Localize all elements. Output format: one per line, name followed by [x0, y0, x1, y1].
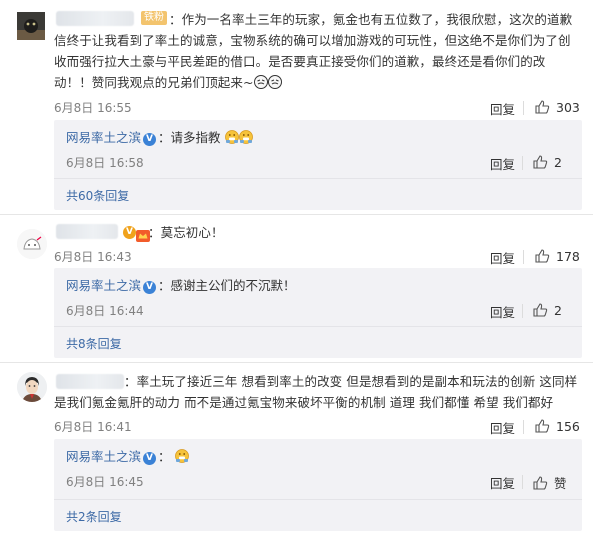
avatar[interactable]: [17, 12, 45, 40]
grin-emoji-icon: [174, 449, 189, 463]
reply-button[interactable]: 回复: [490, 418, 515, 437]
more-replies-link[interactable]: 共8条回复: [66, 335, 122, 352]
like-count: 178: [556, 248, 580, 264]
like-count: 2: [554, 154, 562, 170]
more-replies-link[interactable]: 共60条回复: [66, 187, 129, 204]
like-button[interactable]: 303: [534, 99, 580, 115]
comment-divider: [0, 214, 593, 215]
comment-time: 6月8日 16:55: [54, 101, 132, 115]
reply-thread: 网易率土之滨 V ：感谢主公们的不沉默！ 6月8日 16:44 回复 2 共8条回复: [54, 268, 582, 358]
crying-emoji-icon: [267, 75, 282, 89]
reply-text: ：请多指教: [158, 130, 221, 145]
comment-body: ：莫忘初心！: [148, 225, 224, 240]
thumb-up-icon: [532, 302, 548, 318]
comment-body: ：率土玩了接近三年 想看到率土的改变 但是想看到的是副本和玩法的创新 这同样是我…: [54, 374, 578, 410]
reply-item: 网易率土之滨 V ：感谢主公们的不沉默！: [66, 276, 296, 296]
reply-button[interactable]: 回复: [490, 302, 515, 321]
thumb-up-icon: [534, 248, 550, 264]
reply-button[interactable]: 回复: [490, 99, 515, 118]
action-divider: [523, 420, 524, 434]
reply-time: 6月8日 16:44: [66, 304, 144, 318]
reply-thread: 网易率土之滨 V ：请多指教 6月8日 16:58 回复 2 共60条回复: [54, 120, 582, 210]
comment-time: 6月8日 16:41: [54, 420, 132, 434]
reply-time: 6月8日 16:58: [66, 156, 144, 170]
like-button[interactable]: 2: [532, 302, 562, 318]
more-replies-link[interactable]: 共2条回复: [66, 508, 122, 525]
reply-author[interactable]: 网易率土之滨: [66, 130, 141, 145]
like-button[interactable]: 赞: [532, 473, 567, 492]
reply-button[interactable]: 回复: [490, 154, 515, 173]
like-count: 156: [556, 418, 580, 434]
action-divider: [522, 475, 523, 489]
reply-author[interactable]: 网易率土之滨: [66, 278, 141, 293]
verified-icon: V: [143, 452, 157, 465]
like-button[interactable]: 2: [532, 154, 562, 170]
member-v-icon: V: [123, 226, 136, 239]
action-divider: [523, 101, 524, 115]
comment-time: 6月8日 16:43: [54, 250, 132, 264]
avatar[interactable]: [17, 372, 47, 402]
reply-text: ：感谢主公们的不沉默！: [158, 278, 296, 293]
avatar[interactable]: [17, 229, 47, 259]
comment-text: ：莫忘初心！: [148, 222, 448, 243]
username-blurred[interactable]: [56, 224, 118, 239]
like-count: 赞: [554, 476, 567, 491]
comment-text: ：作为一名率土三年的玩家，氪金也有五位数了，我很欣慰，这次的道歉信终于让我看到了…: [54, 9, 582, 93]
comment-divider: [0, 362, 593, 363]
grin-emoji-icon: [224, 130, 239, 144]
like-button[interactable]: 178: [534, 248, 580, 264]
reply-author[interactable]: 网易率土之滨: [66, 449, 141, 464]
thumb-up-icon: [532, 154, 548, 170]
thumb-up-icon: [532, 475, 548, 491]
reply-item: 网易率土之滨 V ：请多指教: [66, 128, 253, 148]
like-count: 2: [554, 302, 562, 318]
like-count: 303: [556, 99, 580, 115]
action-divider: [522, 304, 523, 318]
comment-body: ：作为一名率土三年的玩家，氪金也有五位数了，我很欣慰，这次的道歉信终于让我看到了…: [54, 12, 573, 90]
reply-separator: [54, 499, 582, 500]
action-divider: [522, 156, 523, 170]
thumb-up-icon: [534, 418, 550, 434]
verified-icon: V: [143, 133, 157, 146]
like-button[interactable]: 156: [534, 418, 580, 434]
comment-text: ：率土玩了接近三年 想看到率土的改变 但是想看到的是副本和玩法的创新 这同样是我…: [54, 371, 582, 413]
reply-time: 6月8日 16:45: [66, 475, 144, 489]
verified-icon: V: [143, 281, 157, 294]
crying-emoji-icon: [253, 75, 268, 89]
reply-separator: [54, 326, 582, 327]
action-divider: [523, 250, 524, 264]
reply-item: 网易率土之滨 V：: [66, 447, 189, 467]
grin-emoji-icon: [238, 130, 253, 144]
thumb-up-icon: [534, 99, 550, 115]
reply-button[interactable]: 回复: [490, 473, 515, 492]
reply-separator: [54, 178, 582, 179]
reply-thread: 网易率土之滨 V： 6月8日 16:45 回复 赞 共2条回复: [54, 439, 582, 531]
reply-text: ：: [158, 449, 171, 464]
reply-button[interactable]: 回复: [490, 248, 515, 267]
